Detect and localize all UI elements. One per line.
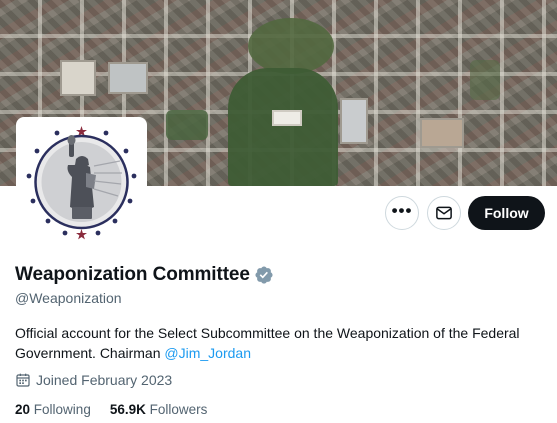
banner-park-area [228, 68, 338, 186]
banner-building [60, 60, 96, 96]
profile-bio: Official account for the Select Subcommi… [15, 323, 550, 363]
verified-badge-icon[interactable] [254, 265, 274, 285]
joined-date: Joined February 2023 [15, 372, 172, 388]
banner-building [272, 110, 302, 126]
banner-building [340, 98, 368, 144]
follow-button[interactable]: Follow [468, 196, 545, 230]
followers-link[interactable]: 56.9K Followers [110, 402, 208, 417]
banner-building [420, 118, 464, 148]
more-options-button[interactable]: ••• [385, 196, 419, 230]
profile-handle: @Weaponization [15, 290, 122, 306]
more-horizontal-icon: ••• [391, 200, 413, 220]
banner-park-area [166, 110, 208, 140]
statue-of-liberty-seal-icon [26, 126, 137, 240]
display-name: Weaponization Committee [15, 264, 250, 285]
envelope-icon [436, 206, 452, 220]
banner-park-area [470, 60, 500, 100]
banner-park-area [248, 18, 334, 74]
following-count: 20 [15, 402, 31, 417]
bio-mention-link[interactable]: @Jim_Jordan [164, 345, 251, 361]
followers-count: 56.9K [109, 402, 146, 417]
profile-name-row: Weaponization Committee [15, 264, 274, 286]
following-label: Following [33, 402, 91, 417]
message-button[interactable] [427, 196, 461, 230]
banner-building [108, 62, 148, 94]
joined-text: Joined February 2023 [36, 372, 173, 388]
avatar-image [20, 121, 143, 244]
following-link[interactable]: 20 Following [15, 402, 91, 417]
bio-text: Official account for the Select Subcommi… [15, 325, 520, 361]
followers-label: Followers [149, 402, 208, 417]
profile-avatar[interactable] [16, 117, 147, 248]
calendar-icon [16, 373, 30, 387]
profile-stats: 20 Following 56.9K Followers [15, 402, 207, 417]
